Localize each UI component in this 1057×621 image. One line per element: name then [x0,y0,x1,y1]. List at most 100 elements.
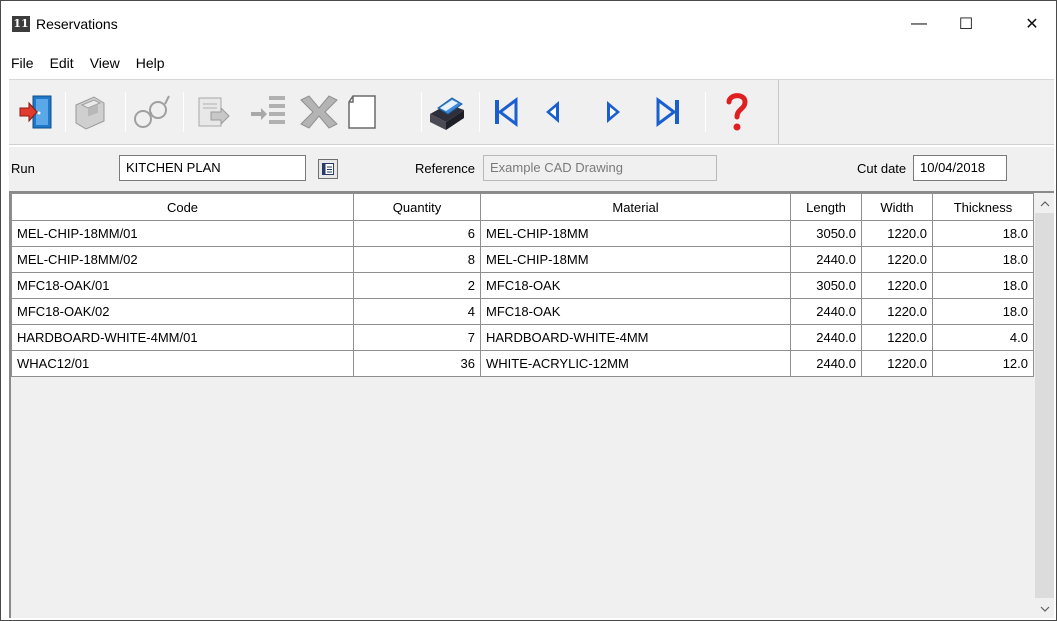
menu-edit[interactable]: Edit [42,51,82,75]
cell-width[interactable]: 1220.0 [861,350,933,377]
table-row[interactable]: WHAC12/01 36 WHITE-ACRYLIC-12MM 2440.0 1… [11,350,1034,377]
cell-quantity[interactable]: 8 [353,246,481,273]
toolbar-button-group [9,80,779,144]
scrollbar-track[interactable] [1035,213,1054,598]
cell-width[interactable]: 1220.0 [861,324,933,351]
cell-material[interactable]: MEL-CHIP-18MM [480,246,791,273]
cell-length[interactable]: 2440.0 [790,350,862,377]
cell-thickness[interactable]: 12.0 [932,350,1034,377]
cell-quantity[interactable]: 36 [353,350,481,377]
cell-code[interactable]: MEL-CHIP-18MM/02 [11,246,354,273]
cell-quantity[interactable]: 4 [353,298,481,325]
cell-thickness[interactable]: 18.0 [932,220,1034,247]
table-row[interactable]: MFC18-OAK/02 4 MFC18-OAK 2440.0 1220.0 1… [11,298,1034,325]
close-button[interactable]: ✕ [1009,9,1055,39]
cell-material[interactable]: WHITE-ACRYLIC-12MM [480,350,791,377]
column-header-width[interactable]: Width [861,193,933,221]
column-header-material[interactable]: Material [480,193,791,221]
table-row[interactable]: MEL-CHIP-18MM/01 6 MEL-CHIP-18MM 3050.0 … [11,220,1034,247]
reservation-header-form: Run KITCHEN PLAN Reference Example CAD D… [9,147,1054,191]
cell-width[interactable]: 1220.0 [861,272,933,299]
delete-button[interactable] [297,90,341,134]
cell-length[interactable]: 3050.0 [790,220,862,247]
toolbar-separator [479,92,480,132]
table-row[interactable]: MFC18-OAK/01 2 MFC18-OAK 3050.0 1220.0 1… [11,272,1034,299]
first-record-icon [495,97,518,127]
move-list-icon [251,96,285,124]
print-button[interactable] [425,90,469,134]
run-field[interactable]: KITCHEN PLAN [119,155,306,181]
cut-date-field[interactable]: 10/04/2018 [913,155,1007,181]
previous-record-icon [546,101,559,123]
title-bar: 11 Reservations — ☐ ✕ [1,1,1056,45]
first-record-button[interactable] [483,90,527,134]
window-title: Reservations [36,16,118,32]
cell-width[interactable]: 1220.0 [861,298,933,325]
print-icon [430,97,464,130]
column-header-code[interactable]: Code [11,193,354,221]
table-header-row: Code Quantity Material Length Width Thic… [11,193,1034,221]
menu-bar: File Edit View Help [1,51,173,75]
help-button[interactable] [715,90,759,134]
cell-material[interactable]: MEL-CHIP-18MM [480,220,791,247]
cell-material[interactable]: HARDBOARD-WHITE-4MM [480,324,791,351]
menu-file[interactable]: File [1,51,42,75]
minimize-button[interactable]: — [896,9,942,39]
list-icon [322,163,334,175]
save-button[interactable] [67,90,111,134]
copy-button[interactable] [191,90,235,134]
last-record-button[interactable] [647,90,691,134]
reservations-grid: Code Quantity Material Length Width Thic… [9,191,1054,618]
run-label: Run [11,161,35,176]
cell-thickness[interactable]: 18.0 [932,246,1034,273]
delete-icon [300,95,338,129]
scroll-up-arrow-icon[interactable] [1035,195,1054,213]
scroll-down-arrow-icon[interactable] [1035,600,1054,618]
cell-length[interactable]: 2440.0 [790,324,862,351]
previous-record-button[interactable] [531,90,575,134]
cell-width[interactable]: 1220.0 [861,246,933,273]
menu-help[interactable]: Help [128,51,173,75]
cell-code[interactable]: MEL-CHIP-18MM/01 [11,220,354,247]
help-icon [726,93,748,131]
table-row[interactable]: MEL-CHIP-18MM/02 8 MEL-CHIP-18MM 2440.0 … [11,246,1034,273]
column-header-length[interactable]: Length [790,193,862,221]
reference-field[interactable]: Example CAD Drawing [483,155,717,181]
cell-thickness[interactable]: 4.0 [932,324,1034,351]
toolbar-separator [65,92,66,132]
cell-code[interactable]: MFC18-OAK/01 [11,272,354,299]
column-header-thickness[interactable]: Thickness [932,193,1034,221]
cell-length[interactable]: 2440.0 [790,298,862,325]
maximize-button[interactable]: ☐ [943,9,989,39]
column-header-quantity[interactable]: Quantity [353,193,481,221]
cell-quantity[interactable]: 7 [353,324,481,351]
reference-label: Reference [415,161,475,176]
cell-width[interactable]: 1220.0 [861,220,933,247]
cell-quantity[interactable]: 6 [353,220,481,247]
move-list-button[interactable] [247,90,291,134]
exit-button[interactable] [15,90,59,134]
table-row[interactable]: HARDBOARD-WHITE-4MM/01 7 HARDBOARD-WHITE… [11,324,1034,351]
cell-code[interactable]: HARDBOARD-WHITE-4MM/01 [11,324,354,351]
toolbar-separator [183,92,184,132]
last-record-icon [656,97,679,127]
menu-view[interactable]: View [82,51,128,75]
cell-material[interactable]: MFC18-OAK [480,272,791,299]
new-page-icon [348,95,376,129]
cell-length[interactable]: 3050.0 [790,272,862,299]
cell-length[interactable]: 2440.0 [790,246,862,273]
cell-code[interactable]: MFC18-OAK/02 [11,298,354,325]
new-page-button[interactable] [341,90,385,134]
cell-thickness[interactable]: 18.0 [932,272,1034,299]
cell-quantity[interactable]: 2 [353,272,481,299]
vertical-scrollbar[interactable] [1035,193,1054,618]
reservations-table: Code Quantity Material Length Width Thic… [11,193,1034,377]
next-record-button[interactable] [591,90,635,134]
app-icon: 11 [12,16,30,32]
cell-material[interactable]: MFC18-OAK [480,298,791,325]
cell-thickness[interactable]: 18.0 [932,298,1034,325]
save-icon [75,96,105,130]
cell-code[interactable]: WHAC12/01 [11,350,354,377]
view-button[interactable] [129,90,173,134]
run-lookup-button[interactable] [318,159,338,179]
